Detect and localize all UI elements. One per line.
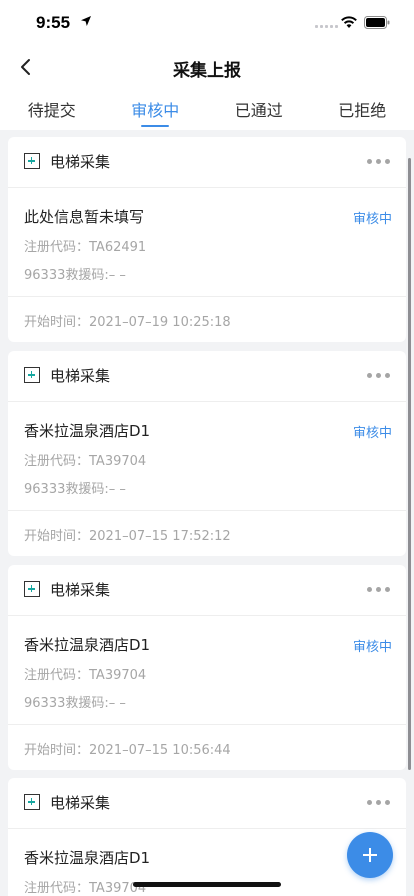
card-footer: 开始时间：2021–07–19 10:25:18 <box>8 297 406 342</box>
add-box-icon <box>24 153 40 169</box>
elevator-name: 香米拉温泉酒店D1 <box>24 849 151 867</box>
elevator-name: 此处信息暂未填写 <box>24 208 145 226</box>
nav-bar: 采集上报 <box>0 44 414 90</box>
card-title: 电梯采集 <box>50 153 111 171</box>
registration-code: 注册代码：TA39704 <box>24 881 147 896</box>
card-header: 电梯采集 <box>8 565 406 616</box>
elevator-name: 香米拉温泉酒店D1 <box>24 636 151 654</box>
elevator-name: 香米拉温泉酒店D1 <box>24 422 151 440</box>
wifi-icon <box>341 16 357 28</box>
more-dots-icon[interactable] <box>367 159 390 164</box>
card-title: 电梯采集 <box>50 367 111 385</box>
card-title: 电梯采集 <box>50 794 111 812</box>
status-badge: 审核中 <box>352 212 392 227</box>
more-dots-icon[interactable] <box>367 800 390 805</box>
registration-code: 注册代码：TA39704 <box>24 668 147 683</box>
more-dots-icon[interactable] <box>367 373 390 378</box>
card-header: 电梯采集 <box>8 778 406 829</box>
card-header: 电梯采集 <box>8 137 406 188</box>
start-time: 开始时间：2021–07–15 10:56:44 <box>24 743 231 758</box>
add-box-icon <box>24 367 40 383</box>
tab-approved[interactable]: 已通过 <box>207 90 311 130</box>
status-time: 9:55 <box>36 13 71 32</box>
start-time: 开始时间：2021–07–19 10:25:18 <box>24 315 231 330</box>
tab-under-review[interactable]: 审核中 <box>104 90 208 130</box>
home-indicator <box>133 882 281 887</box>
card-header: 电梯采集 <box>8 351 406 402</box>
more-dots-icon[interactable] <box>367 587 390 592</box>
add-box-icon <box>24 581 40 597</box>
start-time: 开始时间：2021–07–15 17:52:12 <box>24 529 231 544</box>
status-bar: 9:55 <box>0 0 414 44</box>
report-card[interactable]: 电梯采集 香米拉温泉酒店D1 审核中 注册代码：TA39704 96333救援码… <box>8 351 406 556</box>
status-tabs: 待提交 审核中 已通过 已拒绝 <box>0 90 414 130</box>
report-card[interactable]: 电梯采集 香米拉温泉酒店D1 注册代码：TA39704 <box>8 778 406 896</box>
report-card[interactable]: 电梯采集 香米拉温泉酒店D1 审核中 注册代码：TA39704 96333救援码… <box>8 565 406 770</box>
add-box-icon <box>24 794 40 810</box>
registration-code: 注册代码：TA62491 <box>24 240 147 255</box>
report-card[interactable]: 电梯采集 此处信息暂未填写 审核中 注册代码：TA62491 96333救援码:… <box>8 137 406 342</box>
card-footer: 开始时间：2021–07–15 17:52:12 <box>8 511 406 556</box>
battery-icon <box>364 16 390 29</box>
page-title: 采集上报 <box>173 61 241 81</box>
card-title: 电梯采集 <box>50 581 111 599</box>
card-body: 香米拉温泉酒店D1 审核中 注册代码：TA39704 96333救援码:– – <box>8 616 406 725</box>
tab-pending-submit[interactable]: 待提交 <box>0 90 104 130</box>
registration-code: 注册代码：TA39704 <box>24 454 147 469</box>
report-list[interactable]: 电梯采集 此处信息暂未填写 审核中 注册代码：TA62491 96333救援码:… <box>0 130 414 896</box>
tab-rejected[interactable]: 已拒绝 <box>311 90 414 130</box>
card-footer: 开始时间：2021–07–15 10:56:44 <box>8 725 406 770</box>
card-body: 此处信息暂未填写 审核中 注册代码：TA62491 96333救援码:– – <box>8 188 406 297</box>
rescue-code: 96333救援码:– – <box>24 482 126 497</box>
scrollbar[interactable] <box>408 158 411 770</box>
rescue-code: 96333救援码:– – <box>24 268 126 283</box>
status-badge: 审核中 <box>352 426 392 441</box>
card-body: 香米拉温泉酒店D1 审核中 注册代码：TA39704 96333救援码:– – <box>8 402 406 511</box>
location-arrow-icon <box>81 16 91 26</box>
status-badge: 审核中 <box>352 640 392 655</box>
add-fab-button[interactable] <box>347 832 393 878</box>
rescue-code: 96333救援码:– – <box>24 696 126 711</box>
cellular-signal-icon <box>315 25 338 28</box>
